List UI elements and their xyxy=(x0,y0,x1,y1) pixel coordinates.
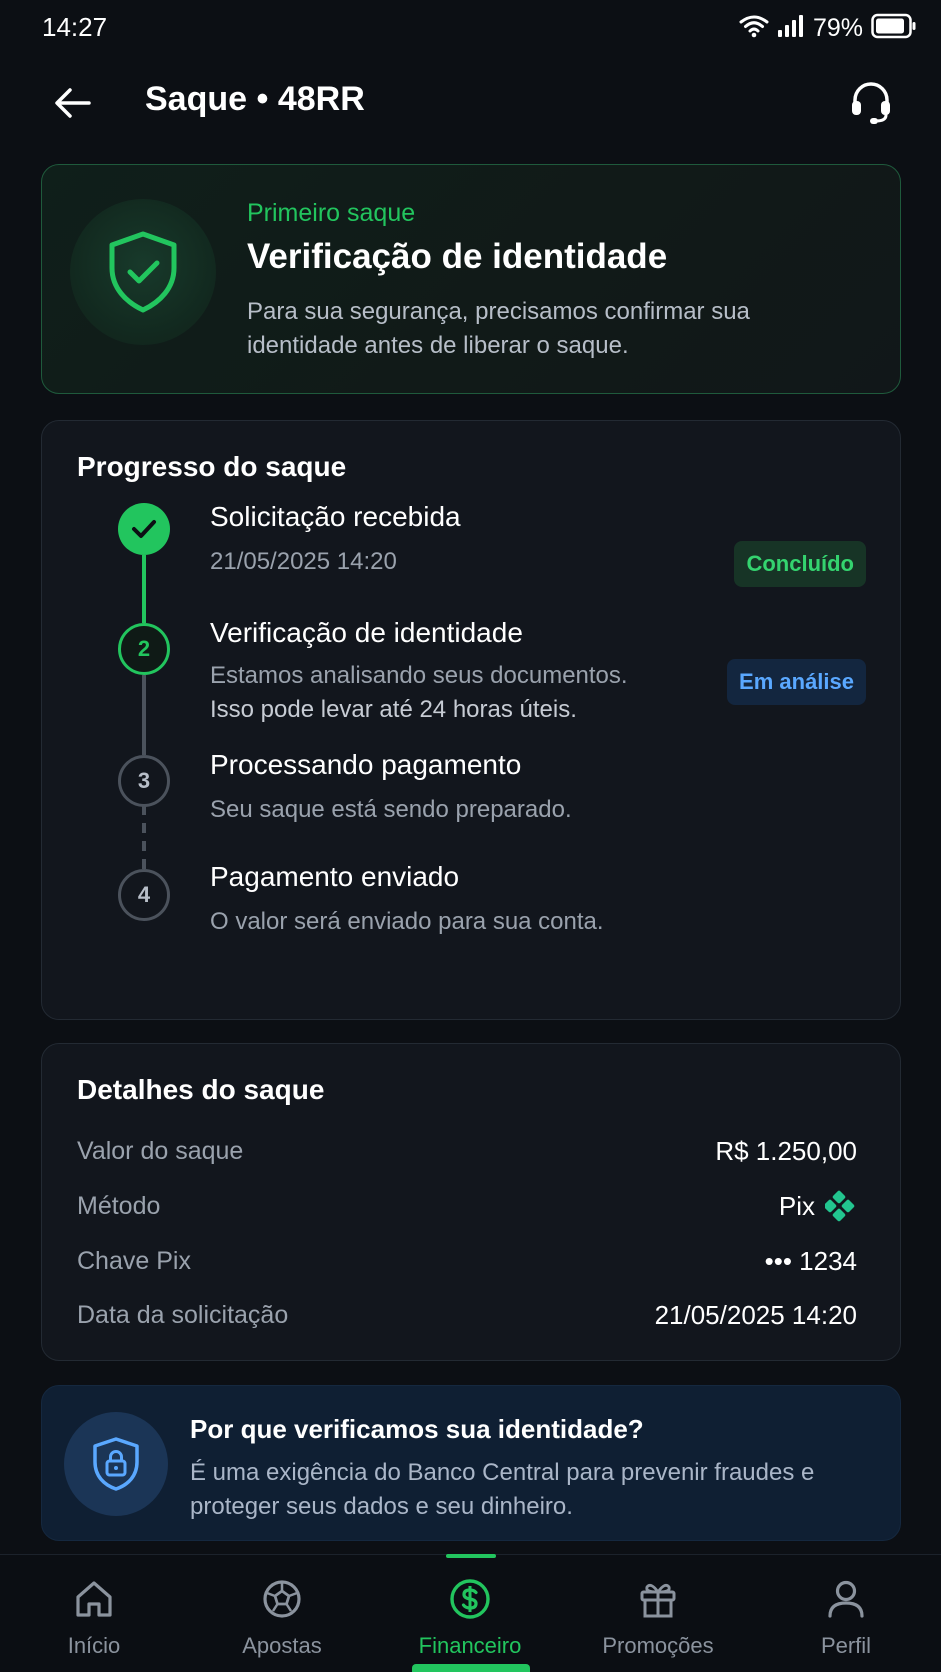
step-2-title: Verificação de identidade xyxy=(210,617,523,648)
shield-icon-container xyxy=(70,199,216,345)
nav-active-indicator xyxy=(446,1554,496,1558)
nav-label: Início xyxy=(67,1633,121,1658)
home-icon xyxy=(70,1575,118,1623)
step-1-title: Solicitação recebida xyxy=(210,501,461,532)
detail-label: Chave Pix xyxy=(77,1246,191,1275)
battery-percent: 79% xyxy=(812,13,863,42)
detail-row-amount: Valor do saque R$ 1.250,00 xyxy=(77,1131,857,1171)
soccer-ball-icon xyxy=(258,1575,306,1623)
status-indicators: 79% xyxy=(739,12,917,44)
user-icon xyxy=(822,1575,870,1623)
detail-row-date: Data da solicitação 21/05/2025 14:20 xyxy=(77,1295,857,1335)
status-badge-review: Em análise xyxy=(727,659,866,705)
back-button[interactable] xyxy=(48,78,98,128)
hero-description: Para sua segurança, precisamos confirmar… xyxy=(247,298,750,359)
nav-active-underline xyxy=(412,1664,530,1672)
why-verify-info-card: Por que verificamos sua identidade? É um… xyxy=(41,1385,901,1541)
shield-lock-icon xyxy=(93,1437,139,1491)
step-connector-2 xyxy=(142,675,146,755)
hero-title: Verificação de identidade xyxy=(247,237,668,276)
lock-icon-container xyxy=(64,1412,168,1516)
check-icon xyxy=(132,520,156,538)
battery-icon xyxy=(871,13,917,44)
detail-label: Data da solicitação xyxy=(77,1300,289,1329)
step-connector-1 xyxy=(142,555,146,623)
detail-value-method: Pix xyxy=(779,1190,857,1222)
wifi-icon xyxy=(739,14,769,43)
dollar-circle-icon xyxy=(446,1575,494,1623)
pix-icon xyxy=(825,1190,855,1222)
withdrawal-details-card: Detalhes do saque Valor do saque R$ 1.25… xyxy=(41,1043,901,1361)
nav-label: Perfil xyxy=(820,1633,872,1658)
info-description: É uma exigência do Banco Central para pr… xyxy=(190,1459,815,1520)
headset-icon xyxy=(852,82,890,124)
app-header: Saque • 48RR xyxy=(0,60,941,144)
signal-icon xyxy=(777,14,805,43)
step-4-subtitle: O valor será enviado para sua conta. xyxy=(210,908,604,935)
status-bar: 14:27 79% xyxy=(0,0,941,56)
detail-value: ••• 1234 xyxy=(764,1245,857,1276)
nav-item-inicio[interactable]: Início xyxy=(0,1555,188,1672)
detail-value: Pix xyxy=(778,1190,815,1221)
page-title: Saque • 48RR xyxy=(145,80,365,118)
step-2-indicator: 2 xyxy=(118,623,170,675)
nav-label: Financeiro xyxy=(418,1633,522,1658)
status-time: 14:27 xyxy=(42,12,108,42)
detail-row-method: Método Pix xyxy=(77,1186,857,1226)
gift-icon xyxy=(634,1575,682,1623)
detail-value: 21/05/2025 14:20 xyxy=(654,1299,857,1330)
detail-row-pix-key: Chave Pix ••• 1234 xyxy=(77,1241,857,1281)
detail-value: R$ 1.250,00 xyxy=(715,1135,857,1166)
nav-label: Promoções xyxy=(602,1633,714,1658)
bottom-navigation: Início Apostas Financeiro Promoções Perf… xyxy=(0,1554,941,1672)
step-2-subtitle: Estamos analisando seus documentos. xyxy=(210,662,628,689)
support-button[interactable] xyxy=(845,76,897,128)
info-title: Por que verificamos sua identidade? xyxy=(190,1414,644,1444)
verification-banner: Primeiro saque Verificação de identidade… xyxy=(41,164,901,394)
detail-label: Método xyxy=(77,1191,161,1220)
step-3-title: Processando pagamento xyxy=(210,749,522,780)
step-4-indicator: 4 xyxy=(118,869,170,921)
step-4-title: Pagamento enviado xyxy=(210,861,460,892)
status-badge-done: Concluído xyxy=(734,541,866,587)
nav-item-financeiro[interactable]: Financeiro xyxy=(376,1555,564,1672)
nav-item-apostas[interactable]: Apostas xyxy=(188,1555,376,1672)
withdrawal-progress-card: Progresso do saque Solicitação recebida … xyxy=(41,420,901,1020)
arrow-left-icon xyxy=(55,88,91,118)
step-2-subtitle-2: Isso pode levar até 24 horas úteis. xyxy=(210,696,577,723)
step-1-indicator xyxy=(118,503,170,555)
nav-label: Apostas xyxy=(242,1633,322,1658)
detail-label: Valor do saque xyxy=(77,1136,244,1165)
progress-title: Progresso do saque xyxy=(77,451,347,482)
details-title: Detalhes do saque xyxy=(77,1074,325,1105)
step-1-subtitle: 21/05/2025 14:20 xyxy=(210,548,397,575)
step-connector-3 xyxy=(142,805,146,875)
nav-item-promocoes[interactable]: Promoções xyxy=(564,1555,752,1672)
shield-check-icon xyxy=(109,231,177,313)
hero-kicker: Primeiro saque xyxy=(247,199,416,227)
step-3-subtitle: Seu saque está sendo preparado. xyxy=(210,796,572,823)
step-3-indicator: 3 xyxy=(118,755,170,807)
nav-item-perfil[interactable]: Perfil xyxy=(752,1555,940,1672)
